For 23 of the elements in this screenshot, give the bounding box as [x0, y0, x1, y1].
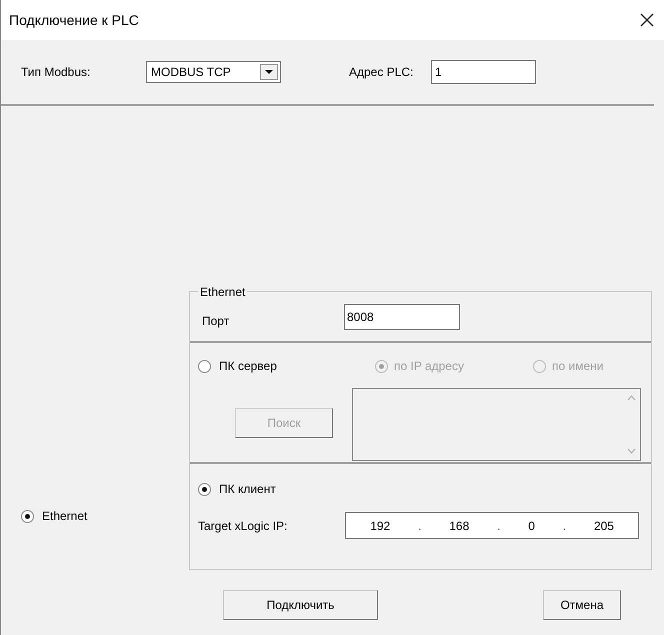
field-label: Тип Modbus: [21, 64, 92, 81]
port-field[interactable]: 8008 [344, 304, 460, 330]
radio-label: ПК сервер [219, 358, 277, 375]
plc-address-field[interactable]: 1 [431, 60, 536, 84]
radio-label: по имени [552, 358, 604, 375]
port-label: Порт [202, 312, 230, 330]
radio-button[interactable] [21, 510, 34, 522]
ip-address-field[interactable]: 192 . 168 . 0 . 205 [345, 512, 639, 539]
radio-label: Ethernet [42, 508, 88, 525]
window-title: Подключение к PLC [9, 10, 139, 30]
cancel-button[interactable]: Отмена [543, 590, 621, 620]
connect-button[interactable]: Подключить [223, 590, 378, 620]
radio-label: по IP адресу [394, 358, 464, 375]
close-icon[interactable] [640, 13, 654, 27]
field-label: Target xLogic IP: [198, 518, 288, 534]
scroll-down-icon [627, 448, 636, 454]
results-list[interactable] [352, 388, 641, 461]
field-label: Адрес PLC: [349, 64, 414, 81]
radio-label: ПК клиент [219, 481, 276, 498]
radio-button[interactable] [198, 360, 211, 372]
scroll-up-icon [627, 395, 636, 401]
modbus-type-dropdown[interactable]: MODBUS TCP [146, 61, 281, 83]
radio-button[interactable] [198, 482, 211, 496]
